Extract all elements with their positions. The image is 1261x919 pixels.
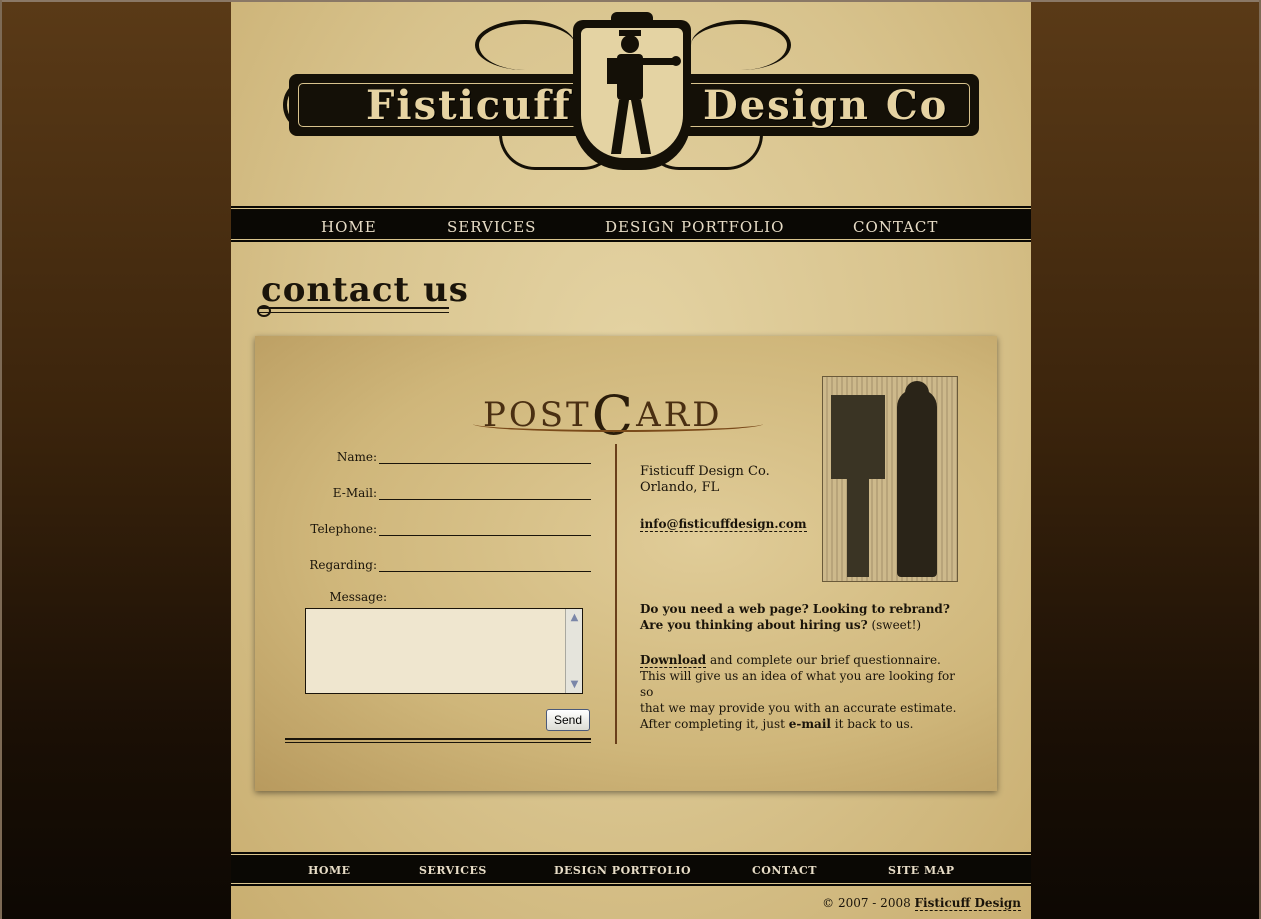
copyright: © 2007 - 2008 Fisticuff Design: [822, 896, 1021, 911]
footer-nav: HOME SERVICES DESIGN PORTFOLIO CONTACT S…: [231, 852, 1031, 886]
heading-rule: [259, 307, 449, 313]
copyright-text: © 2007 - 2008: [822, 896, 915, 910]
footer-nav-design-portfolio[interactable]: DESIGN PORTFOLIO: [554, 864, 691, 877]
window-frame-left: [0, 0, 2, 919]
copyright-link[interactable]: Fisticuff Design: [914, 896, 1021, 911]
company-location: Orlando, FL: [640, 480, 720, 495]
download-text-2: This will give us an idea of what you ar…: [640, 669, 955, 699]
nav-services[interactable]: SERVICES: [447, 218, 536, 236]
footer-nav-contact[interactable]: CONTACT: [752, 864, 817, 877]
email-label: E-Mail:: [332, 486, 377, 500]
man-figure-icon: [897, 389, 937, 577]
message-textarea[interactable]: ▲ ▼: [305, 608, 583, 694]
footer-nav-home[interactable]: HOME: [308, 864, 351, 877]
pitch-line-1: Do you need a web page? Looking to rebra…: [640, 602, 950, 616]
download-text-1: and complete our brief questionnaire.: [706, 653, 941, 667]
pitch-aside: (sweet!): [871, 618, 922, 632]
email-link[interactable]: info@fisticuffdesign.com: [640, 517, 807, 532]
message-scrollbar[interactable]: ▲ ▼: [565, 609, 582, 693]
pitch-text: Do you need a web page? Looking to rebra…: [640, 601, 960, 633]
page-title: contact us: [261, 270, 469, 310]
page-container: Fisticuff Design Co HOME SERVICES DESIGN…: [231, 2, 1031, 919]
download-text-4b: it back to us.: [830, 717, 914, 731]
form-bottom-rule: [285, 738, 591, 743]
telephone-label: Telephone:: [310, 522, 377, 536]
contact-email: info@fisticuffdesign.com: [640, 516, 807, 532]
site-header: Fisticuff Design Co: [231, 2, 1031, 206]
flourish-right-icon: [691, 20, 791, 70]
nav-home[interactable]: HOME: [321, 218, 377, 236]
scroll-up-arrow-icon[interactable]: ▲: [567, 610, 582, 625]
mailbox-icon: [831, 395, 885, 479]
brand-name-left: Fisticuff: [366, 82, 572, 129]
telephone-field[interactable]: [379, 520, 591, 536]
download-text-4a: After completing it, just: [640, 717, 789, 731]
regarding-label: Regarding:: [309, 558, 377, 572]
logo-crest[interactable]: [573, 20, 691, 170]
name-label: Name:: [336, 450, 377, 464]
pitch-line-2: Are you thinking about hiring us?: [640, 618, 868, 632]
email-inline-link[interactable]: e-mail: [789, 717, 831, 731]
email-field[interactable]: [379, 484, 591, 500]
nav-contact[interactable]: CONTACT: [853, 218, 938, 236]
postcard-stamp-illustration: [822, 376, 958, 582]
footer-nav-services[interactable]: SERVICES: [419, 864, 487, 877]
brand-name-right: Design Co: [703, 82, 949, 129]
name-field[interactable]: [379, 448, 591, 464]
send-button[interactable]: Send: [546, 709, 590, 731]
download-text: Download and complete our brief question…: [640, 652, 960, 732]
scroll-down-arrow-icon[interactable]: ▼: [567, 677, 582, 692]
postcard-swirl-icon: [473, 416, 763, 432]
boxer-figure-icon: [579, 26, 685, 160]
main-nav: HOME SERVICES DESIGN PORTFOLIO CONTACT: [231, 206, 1031, 242]
message-label: Message:: [329, 590, 387, 604]
flourish-left-icon: [475, 20, 575, 70]
download-link[interactable]: Download: [640, 653, 707, 668]
postcard-panel: POSTCARD Name: E-Mail: Telephone: Regard…: [255, 336, 997, 791]
footer-nav-site-map[interactable]: SITE MAP: [888, 864, 954, 877]
contact-info: Fisticuff Design Co. Orlando, FL: [640, 464, 770, 496]
postcard-divider: [615, 444, 617, 744]
nav-design-portfolio[interactable]: DESIGN PORTFOLIO: [605, 218, 784, 236]
regarding-field[interactable]: [379, 556, 591, 572]
company-name: Fisticuff Design Co.: [640, 464, 770, 479]
download-text-3: that we may provide you with an accurate…: [640, 701, 957, 715]
